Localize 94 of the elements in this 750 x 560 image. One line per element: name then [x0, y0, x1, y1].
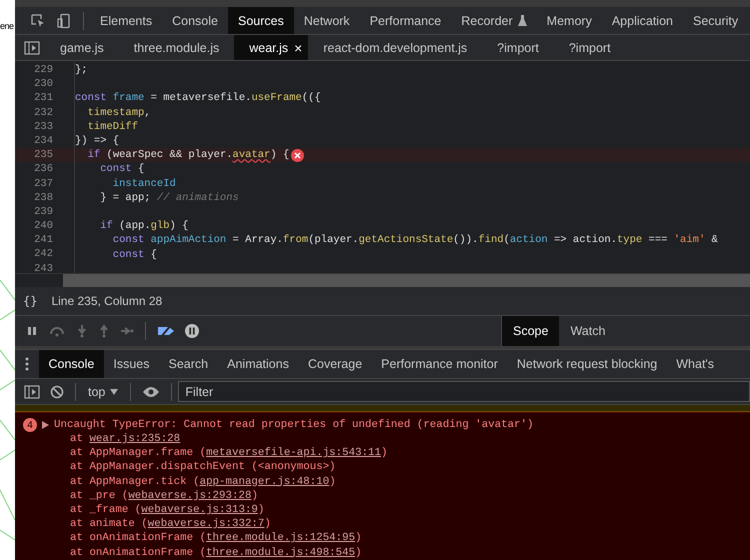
- panel-tab[interactable]: Elements: [90, 7, 162, 34]
- stack-frame: at animate (webaverse.js:332:7): [23, 517, 750, 532]
- source-link[interactable]: webaverse.js:332:7: [148, 518, 264, 530]
- file-tab[interactable]: three.module.js: [118, 35, 234, 60]
- more-options-icon[interactable]: [25, 357, 29, 371]
- context-selector[interactable]: top: [82, 384, 124, 400]
- line-number: 235: [15, 148, 75, 162]
- panel-tab[interactable]: Console: [162, 7, 228, 34]
- line-number: 241: [15, 233, 75, 248]
- file-tab[interactable]: game.js: [45, 35, 119, 60]
- code-line: timeDiff: [86, 120, 138, 133]
- cursor-position: Line 235, Column 28: [51, 294, 162, 308]
- line-number: 230: [15, 77, 75, 92]
- deactivate-breakpoints-icon[interactable]: [157, 324, 175, 338]
- panel-tab[interactable]: Security: [682, 7, 748, 34]
- line-number: 239: [15, 204, 75, 220]
- sidebar-toggle-icon[interactable]: [24, 384, 40, 398]
- pause-on-exceptions-icon[interactable]: [185, 324, 199, 338]
- stack-frame: at onAnimationFrame (three.module.js:1254:95): [23, 531, 750, 546]
- panel-tab[interactable]: Performance: [360, 7, 452, 34]
- panel-tab[interactable]: Network: [294, 7, 360, 34]
- caret-icon: [110, 388, 118, 394]
- code-line: const appAimAction = Array.from(player.getActionsState()).find(action => action.type === 'aim' &: [112, 234, 718, 246]
- horizontal-scrollbar[interactable]: [15, 273, 750, 287]
- line-number: 232: [15, 106, 75, 120]
- stack-frame: at _pre (webaverse.js:293:28): [23, 488, 750, 503]
- code-line: const frame = metaversefile.useFrame(({: [75, 92, 321, 104]
- stack-frame: at AppManager.dispatchEvent (<anonymous>): [23, 460, 750, 475]
- clear-console-icon[interactable]: [50, 384, 64, 398]
- drawer-tab[interactable]: Coverage: [298, 350, 372, 378]
- error-count-badge: 4: [23, 418, 37, 432]
- code-line: if (wearSpec && player.avatar) {: [86, 149, 290, 162]
- step-out-icon[interactable]: [98, 324, 110, 338]
- panel-tab[interactable]: Application: [602, 7, 683, 34]
- step-over-icon[interactable]: [48, 325, 66, 337]
- flask-icon: [518, 15, 527, 26]
- line-number: 229: [15, 63, 75, 78]
- stack-frame: at AppManager.tick (app-manager.js:48:10): [23, 474, 750, 489]
- panel-tab[interactable]: Memory: [536, 7, 602, 34]
- close-icon[interactable]: ×: [294, 40, 302, 56]
- stack-frame: at AppManager.frame (metaversefile-api.js:543:11): [23, 446, 750, 460]
- drawer-tab[interactable]: Issues: [104, 350, 160, 378]
- line-number: 242: [15, 247, 75, 262]
- line-number: 231: [15, 91, 75, 106]
- step-icon[interactable]: [120, 325, 134, 337]
- source-link[interactable]: three.module.js:498:545: [206, 546, 356, 558]
- sidebar-tab[interactable]: Watch: [559, 316, 616, 346]
- file-tab[interactable]: react-dom.development.js: [308, 35, 482, 60]
- source-link[interactable]: webaverse.js:293:28: [128, 490, 252, 502]
- code-line: if (app.glb) {: [99, 220, 188, 232]
- inspect-element-icon[interactable]: [30, 12, 46, 28]
- line-number: 233: [15, 120, 75, 134]
- code-line: const {: [99, 163, 144, 176]
- filter-field[interactable]: Filter: [178, 381, 750, 402]
- line-number: 238: [15, 190, 75, 205]
- pause-icon[interactable]: [26, 325, 38, 337]
- eye-icon[interactable]: [142, 386, 160, 398]
- stack-frame: at onAnimationFrame (three.module.js:498:545): [23, 546, 750, 560]
- line-number: 240: [15, 219, 75, 234]
- code-line: } = app; // animations: [99, 192, 239, 204]
- code-line: timestamp,: [86, 106, 151, 119]
- file-tab[interactable]: ?import: [482, 35, 554, 60]
- source-link[interactable]: app-manager.js:48:10: [200, 476, 330, 488]
- page-heading-fragment: ene: [0, 21, 14, 31]
- line-number: 237: [15, 176, 75, 191]
- drawer-tab[interactable]: Console: [39, 350, 104, 378]
- source-link[interactable]: three.module.js:1254:95: [206, 532, 356, 544]
- code-line: }) => {: [75, 135, 120, 148]
- step-into-icon[interactable]: [76, 324, 88, 338]
- drawer-tab[interactable]: What's: [666, 350, 724, 378]
- file-tab[interactable]: wear.js ×: [234, 35, 308, 60]
- sidebar-tab[interactable]: Scope: [502, 316, 560, 346]
- code-line: const {: [112, 248, 157, 261]
- source-link[interactable]: wear.js:235:28: [89, 433, 180, 445]
- error-message: Uncaught TypeError: Cannot read properties of undefined (reading 'avatar'): [54, 419, 534, 431]
- sidebar-toggle-icon[interactable]: [24, 40, 40, 54]
- file-tab[interactable]: ?import: [554, 35, 626, 60]
- code-line: instanceId: [112, 178, 176, 190]
- error-icon: [291, 148, 304, 162]
- source-link[interactable]: webaverse.js:313:9: [141, 504, 258, 516]
- source-link[interactable]: metaversefile-api.js:543:11: [206, 447, 382, 460]
- panel-tab[interactable]: Sources: [228, 7, 294, 34]
- expand-triangle-icon[interactable]: [42, 421, 49, 429]
- stack-frame: at wear.js:235:28: [23, 432, 750, 446]
- drawer-tab[interactable]: Performance monitor: [372, 350, 508, 378]
- drawer-tab[interactable]: Search: [159, 350, 218, 378]
- panel-tab[interactable]: Recorder: [451, 7, 537, 34]
- pretty-print-button[interactable]: {}: [23, 294, 38, 308]
- stack-frame: at _frame (webaverse.js:313:9): [23, 502, 750, 518]
- drawer-tab[interactable]: Animations: [218, 350, 298, 378]
- line-number: 236: [15, 162, 75, 176]
- code-line: };: [75, 64, 88, 76]
- drawer-tab[interactable]: Network request blocking: [507, 350, 667, 378]
- device-toolbar-icon[interactable]: [56, 12, 72, 28]
